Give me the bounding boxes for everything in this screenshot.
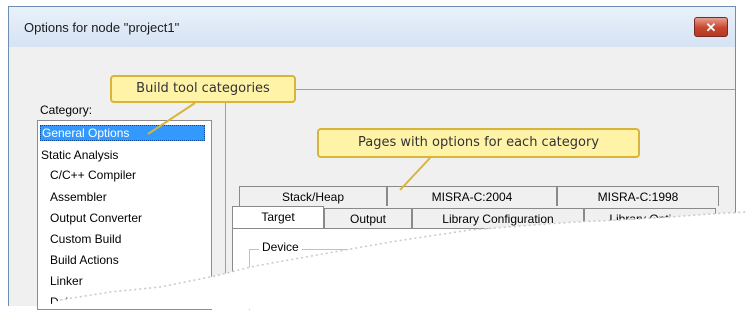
leader-line-categories (147, 102, 196, 135)
callout-pages-per-category: Pages with options for each category (317, 128, 640, 158)
callout-build-tool-categories: Build tool categories (110, 75, 296, 103)
leader-line-pages (399, 157, 431, 191)
